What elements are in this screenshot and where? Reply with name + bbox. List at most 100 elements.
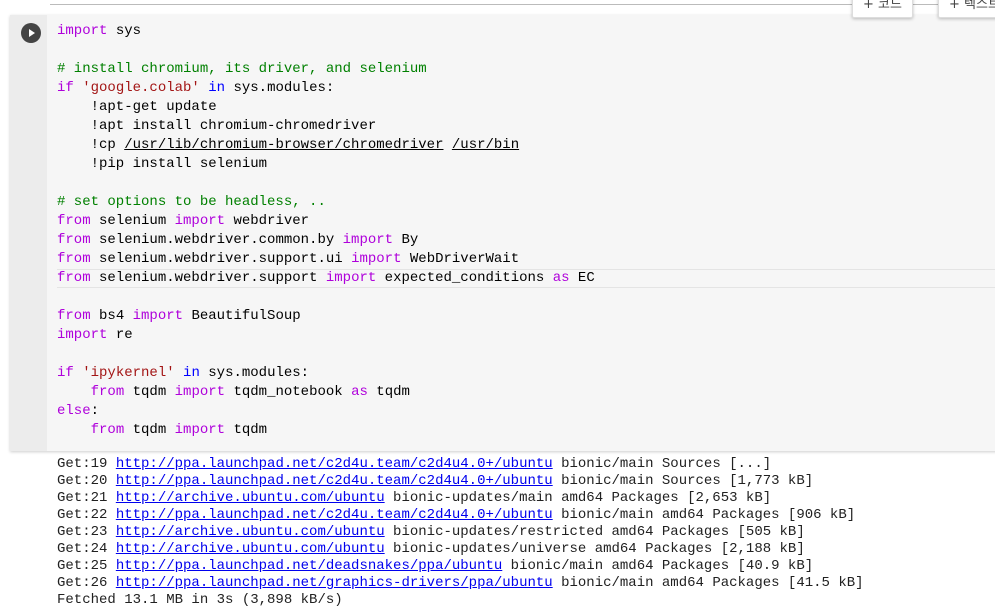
code-line: # set options to be headless, .. <box>57 193 995 212</box>
code-token: selenium.webdriver.common.by <box>90 232 343 248</box>
output-text: Get:25 <box>57 558 116 574</box>
code-editor[interactable]: import sys # install chromium, its driver… <box>57 22 995 440</box>
code-token: sys <box>107 23 142 39</box>
code-token: import <box>174 422 226 438</box>
code-token: # set options to be headless, .. <box>57 194 326 210</box>
output-text: bionic/main Sources [...] <box>552 456 772 472</box>
code-line: import re <box>57 326 995 345</box>
code-token: from <box>57 251 91 267</box>
code-token: in <box>183 365 200 381</box>
code-token: !cp <box>57 137 125 153</box>
code-line: from selenium.webdriver.support.ui impor… <box>57 250 995 269</box>
code-token: : <box>90 403 100 419</box>
code-token: if <box>57 80 74 96</box>
code-line: if 'ipykernel' in sys.modules: <box>57 364 995 383</box>
output-line: Get:20 http://ppa.launchpad.net/c2d4u.te… <box>57 473 864 490</box>
output-link[interactable]: http://ppa.launchpad.net/c2d4u.team/c2d4… <box>116 473 553 489</box>
output-link[interactable]: http://archive.ubuntu.com/ubuntu <box>116 524 385 540</box>
code-token: import <box>57 327 108 343</box>
output-line: Get:25 http://ppa.launchpad.net/deadsnak… <box>57 558 864 575</box>
code-token: !pip install selenium <box>57 156 268 172</box>
code-token: import <box>57 23 108 39</box>
code-token: as <box>552 270 570 286</box>
code-line: !cp /usr/lib/chromium-browser/chromedriv… <box>57 136 995 155</box>
code-line: !apt install chromium-chromedriver <box>57 117 995 136</box>
run-cell-button[interactable] <box>21 23 41 43</box>
code-line: import sys <box>57 22 995 41</box>
code-token: from <box>57 270 91 286</box>
output-line: Get:21 http://archive.ubuntu.com/ubuntu … <box>57 490 864 507</box>
code-token: from <box>57 232 91 248</box>
code-token: tqdm <box>367 384 410 400</box>
output-text: bionic/main amd64 Packages [40.9 kB] <box>502 558 814 574</box>
add-code-button[interactable]: + 코드 <box>852 0 913 18</box>
code-token: if <box>57 365 74 381</box>
code-line: else: <box>57 402 995 421</box>
code-token: selenium.webdriver.support.ui <box>90 251 352 267</box>
code-token: /usr/bin <box>451 137 520 153</box>
output-text: Get:26 <box>57 575 116 591</box>
code-token: !apt install chromium-chromedriver <box>57 118 377 134</box>
code-token: import <box>174 213 226 229</box>
code-token: as <box>351 384 368 400</box>
output-text: Get:20 <box>57 473 116 489</box>
code-token: !apt-get update <box>57 99 217 115</box>
cell-gutter <box>10 15 47 451</box>
output-text: Fetched 13.1 MB in 3s (3,898 kB/s) <box>57 592 343 608</box>
code-line: from selenium import webdriver <box>57 212 995 231</box>
add-text-button[interactable]: + 텍스트 <box>938 0 995 18</box>
code-token: EC <box>569 270 595 286</box>
code-cell[interactable]: import sys # install chromium, its driver… <box>10 15 995 451</box>
code-token: 'ipykernel' <box>82 365 175 381</box>
code-token: import <box>132 308 184 324</box>
code-token: # install chromium, its driver, and sele… <box>57 61 427 77</box>
output-link[interactable]: http://ppa.launchpad.net/c2d4u.team/c2d4… <box>116 456 553 472</box>
code-token: /usr/lib/chromium-browser/chromedriver <box>124 137 444 153</box>
code-token: re <box>107 327 133 343</box>
code-token: tqdm_notebook <box>225 384 352 400</box>
output-link[interactable]: http://archive.ubuntu.com/ubuntu <box>116 490 385 506</box>
output-link[interactable]: http://ppa.launchpad.net/graphics-driver… <box>116 575 553 591</box>
code-token: BeautifulSoup <box>183 308 301 324</box>
output-text: Get:21 <box>57 490 116 506</box>
code-token: from <box>90 422 125 438</box>
output-text: bionic-updates/universe amd64 Packages [… <box>384 541 805 557</box>
code-token: By <box>393 232 419 248</box>
output-link[interactable]: http://archive.ubuntu.com/ubuntu <box>116 541 385 557</box>
output-text: Get:19 <box>57 456 116 472</box>
output-line: Get:24 http://archive.ubuntu.com/ubuntu … <box>57 541 864 558</box>
output-line: Get:19 http://ppa.launchpad.net/c2d4u.te… <box>57 456 864 473</box>
output-link[interactable]: http://ppa.launchpad.net/c2d4u.team/c2d4… <box>116 507 553 523</box>
code-line: from selenium.webdriver.common.by import… <box>57 231 995 250</box>
output-text: bionic/main amd64 Packages [41.5 kB] <box>552 575 864 591</box>
code-token: import <box>325 270 377 286</box>
output-text: Get:24 <box>57 541 116 557</box>
output-text: Get:22 <box>57 507 116 523</box>
code-token: tqdm <box>225 422 268 438</box>
code-token: from <box>57 308 91 324</box>
code-token: sys.modules: <box>199 365 310 381</box>
code-token: WebDriverWait <box>401 251 520 267</box>
code-line: if 'google.colab' in sys.modules: <box>57 79 995 98</box>
code-line: from bs4 import BeautifulSoup <box>57 307 995 326</box>
output-link[interactable]: http://ppa.launchpad.net/deadsnakes/ppa/… <box>116 558 502 574</box>
code-token: selenium <box>90 213 175 229</box>
code-token: else <box>57 403 91 419</box>
code-token: import <box>342 232 394 248</box>
output-line: Get:26 http://ppa.launchpad.net/graphics… <box>57 575 864 592</box>
output-line: Fetched 13.1 MB in 3s (3,898 kB/s) <box>57 592 864 609</box>
output-text: bionic-updates/main amd64 Packages [2,65… <box>384 490 772 506</box>
code-token: from <box>90 384 125 400</box>
cell-output: Get:19 http://ppa.launchpad.net/c2d4u.te… <box>57 456 864 609</box>
code-line: from tqdm import tqdm <box>57 421 995 440</box>
code-token: expected_conditions <box>376 270 553 286</box>
